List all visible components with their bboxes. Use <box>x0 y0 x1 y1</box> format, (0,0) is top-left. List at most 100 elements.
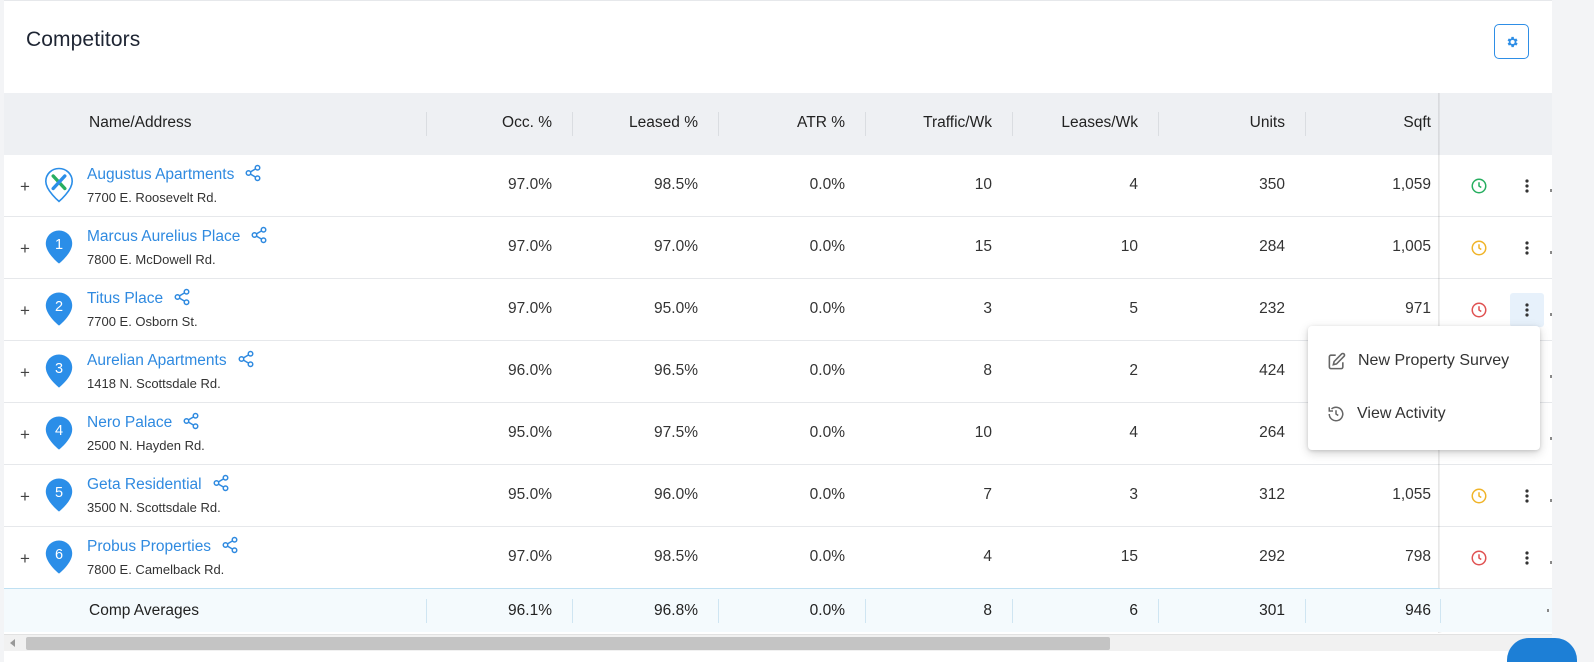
property-name[interactable]: Marcus Aurelius Place <box>87 228 240 245</box>
actions-cell <box>1440 217 1552 279</box>
property-name-link[interactable]: Marcus Aurelius Place <box>87 226 268 246</box>
more-vertical-icon <box>1525 179 1529 193</box>
share-icon[interactable] <box>244 164 262 182</box>
table-row[interactable]: + 5 Geta Residential 3500 N. Scottsdale R… <box>4 465 1552 527</box>
column-header-sqft[interactable]: Sqft <box>1315 93 1431 155</box>
table-row[interactable]: + 1 Marcus Aurelius Place 7800 E. McDowel… <box>4 217 1552 279</box>
cell-leases: 15 <box>1120 548 1138 565</box>
column-divider[interactable] <box>865 112 866 136</box>
row-actions-button[interactable] <box>1510 541 1544 575</box>
table-row[interactable]: + Augustus Apartments 7700 E. Roosevelt R… <box>4 155 1552 217</box>
pin-number: 3 <box>55 361 63 377</box>
status-clock-icon <box>1471 488 1487 504</box>
column-divider[interactable] <box>1158 112 1159 136</box>
map-pin-icon: 4 <box>45 416 73 450</box>
menu-item-label: View Activity <box>1357 405 1446 422</box>
cell-leased: 95.0% <box>654 300 698 317</box>
subject-property-pin-icon <box>44 167 74 203</box>
share-icon[interactable] <box>250 226 268 244</box>
cell-occ: 97.0% <box>508 548 552 565</box>
cell-occ: 95.0% <box>508 486 552 503</box>
menu-item-new-property-survey[interactable]: New Property Survey <box>1308 337 1540 385</box>
scroll-left-arrow-icon[interactable] <box>10 639 15 647</box>
property-name[interactable]: Augustus Apartments <box>87 166 234 183</box>
more-vertical-icon <box>1525 303 1529 317</box>
cell-atr: 0.0% <box>809 176 845 193</box>
column-divider[interactable] <box>718 112 719 136</box>
cell-leased: 96.5% <box>654 362 698 379</box>
column-header-occ[interactable]: Occ. % <box>436 93 552 155</box>
expand-row-button[interactable]: + <box>18 426 32 443</box>
column-divider <box>572 599 573 623</box>
cell-atr: 0.0% <box>809 486 845 503</box>
property-name[interactable]: Nero Palace <box>87 414 172 431</box>
avg-sqft: 946 <box>1405 602 1431 619</box>
row-actions-button[interactable] <box>1510 231 1544 265</box>
actions-cell <box>1440 527 1552 589</box>
share-icon[interactable] <box>221 536 239 554</box>
row-actions-button[interactable] <box>1510 479 1544 513</box>
gear-icon <box>1507 36 1518 47</box>
column-header-atr[interactable]: ATR % <box>728 93 845 155</box>
property-name-link[interactable]: Probus Properties <box>87 536 239 556</box>
expand-row-button[interactable]: + <box>18 488 32 505</box>
cell-leases: 3 <box>1129 486 1138 503</box>
column-header-traffic[interactable]: Traffic/Wk <box>875 93 992 155</box>
table-header: Name/Address Occ. % Leased % ATR % Traff… <box>4 93 1552 155</box>
cell-units: 350 <box>1259 176 1285 193</box>
more-vertical-icon <box>1525 489 1529 503</box>
menu-item-view-activity[interactable]: View Activity <box>1308 390 1540 438</box>
property-name-link[interactable]: Geta Residential <box>87 474 230 494</box>
property-name[interactable]: Titus Place <box>87 290 163 307</box>
column-header-leases[interactable]: Leases/Wk <box>1022 93 1138 155</box>
table-row[interactable]: + 6 Probus Properties 7800 E. Camelback R… <box>4 527 1552 589</box>
page-title: Competitors <box>26 28 141 51</box>
property-name-link[interactable]: Nero Palace <box>87 412 200 432</box>
pin-number: 2 <box>55 299 63 315</box>
cell-units: 312 <box>1259 486 1285 503</box>
map-pin-icon: 6 <box>45 540 73 574</box>
column-divider[interactable] <box>1012 112 1013 136</box>
column-header-units[interactable]: Units <box>1168 93 1285 155</box>
share-icon[interactable] <box>237 350 255 368</box>
share-icon[interactable] <box>173 288 191 306</box>
share-icon[interactable] <box>182 412 200 430</box>
column-header-name[interactable]: Name/Address <box>89 93 192 155</box>
horizontal-scrollbar[interactable] <box>4 634 1552 651</box>
expand-row-button[interactable]: + <box>18 550 32 567</box>
share-icon[interactable] <box>212 474 230 492</box>
more-vertical-icon <box>1525 241 1529 255</box>
expand-row-button[interactable]: + <box>18 302 32 319</box>
column-divider[interactable] <box>1305 112 1306 136</box>
expand-row-button[interactable]: + <box>18 178 32 195</box>
expand-row-button[interactable]: + <box>18 364 32 381</box>
property-name[interactable]: Aurelian Apartments <box>87 352 227 369</box>
property-name-link[interactable]: Titus Place <box>87 288 191 308</box>
floating-action-button[interactable] <box>1507 638 1577 662</box>
property-name[interactable]: Probus Properties <box>87 538 211 555</box>
column-header-leased[interactable]: Leased % <box>582 93 698 155</box>
cell-leased: 97.5% <box>654 424 698 441</box>
cell-atr: 0.0% <box>809 362 845 379</box>
row-actions-button[interactable] <box>1510 169 1544 203</box>
column-divider[interactable] <box>572 112 573 136</box>
property-address: 7800 E. McDowell Rd. <box>87 252 216 267</box>
column-divider <box>426 599 427 623</box>
column-divider[interactable] <box>426 112 427 136</box>
cell-leased: 97.0% <box>654 238 698 255</box>
cell-units: 424 <box>1259 362 1285 379</box>
settings-button[interactable] <box>1494 24 1529 59</box>
cell-occ: 96.0% <box>508 362 552 379</box>
row-actions-button[interactable] <box>1510 293 1544 327</box>
cell-units: 232 <box>1259 300 1285 317</box>
cell-leases: 4 <box>1129 176 1138 193</box>
pin-number: 1 <box>55 237 63 253</box>
property-name[interactable]: Geta Residential <box>87 476 202 493</box>
scrollbar-thumb[interactable] <box>26 637 1110 650</box>
property-name-link[interactable]: Aurelian Apartments <box>87 350 255 370</box>
history-icon <box>1328 406 1344 422</box>
row-actions-menu: New Property Survey View Activity <box>1308 326 1540 450</box>
property-name-link[interactable]: Augustus Apartments <box>87 164 262 184</box>
expand-row-button[interactable]: + <box>18 240 32 257</box>
property-address: 7700 E. Osborn St. <box>87 314 198 329</box>
